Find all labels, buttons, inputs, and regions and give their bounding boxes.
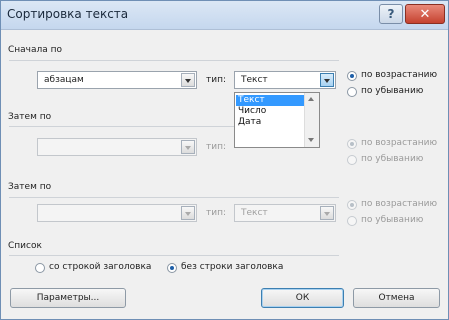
scroll-up-icon[interactable]: [308, 97, 314, 101]
sort-desc-label-1[interactable]: по убыванию: [361, 86, 423, 96]
sort-asc-radio-3[interactable]: [347, 200, 357, 210]
window-title: Сортировка текста: [7, 7, 129, 21]
cancel-button[interactable]: Отмена: [353, 288, 440, 308]
title-bar: Сортировка текста ? ✕: [1, 1, 448, 30]
dropdown-option-text[interactable]: Текст: [236, 95, 306, 106]
scroll-down-icon[interactable]: [308, 138, 314, 142]
sort-by-type-value: Текст: [241, 75, 268, 85]
close-icon: ✕: [419, 6, 431, 22]
type-label: тип:: [206, 75, 227, 85]
sort-desc-label-2[interactable]: по убыванию: [361, 154, 423, 164]
divider: [9, 126, 234, 127]
ok-button-label: ОК: [295, 293, 310, 303]
list-label: Список: [8, 241, 42, 251]
without-header-radio[interactable]: [167, 263, 177, 273]
chevron-down-icon[interactable]: [181, 140, 195, 154]
divider: [9, 60, 339, 61]
sort-text-dialog: Сортировка текста ? ✕ Сначала по абзацам…: [0, 0, 449, 320]
sort-by-type-select[interactable]: Текст: [234, 71, 336, 89]
then-by-field-select-1[interactable]: [37, 138, 197, 156]
dropdown-scrollbar[interactable]: [304, 93, 319, 147]
sort-desc-radio-2[interactable]: [347, 155, 357, 165]
then-by-type-value-2: Текст: [241, 208, 268, 218]
divider: [9, 255, 339, 256]
sort-by-field-select[interactable]: абзацам: [37, 71, 197, 89]
sort-asc-label-2[interactable]: по возрастанию: [361, 138, 437, 148]
close-button[interactable]: ✕: [405, 4, 445, 24]
type-dropdown-list[interactable]: Текст Число Дата: [234, 92, 320, 148]
help-icon: ?: [387, 7, 395, 21]
chevron-down-icon[interactable]: [181, 206, 195, 220]
sort-desc-radio-3[interactable]: [347, 216, 357, 226]
parameters-button[interactable]: Параметры...: [10, 288, 126, 308]
divider: [9, 197, 339, 198]
then-by-field-select-2[interactable]: [37, 204, 197, 222]
sort-desc-radio-1[interactable]: [347, 87, 357, 97]
chevron-down-icon[interactable]: [320, 73, 334, 87]
with-header-radio[interactable]: [35, 263, 45, 273]
then-by-label-1: Затем по: [8, 112, 52, 122]
sort-asc-radio-2[interactable]: [347, 139, 357, 149]
sort-desc-label-3[interactable]: по убыванию: [361, 215, 423, 225]
chevron-down-icon[interactable]: [181, 73, 195, 87]
dropdown-option-number[interactable]: Число: [236, 106, 306, 117]
sort-asc-label-3[interactable]: по возрастанию: [361, 199, 437, 209]
then-by-type-select-2[interactable]: Текст: [234, 204, 336, 222]
chevron-down-icon[interactable]: [320, 206, 334, 220]
parameters-button-label: Параметры...: [36, 293, 100, 303]
with-header-label[interactable]: со строкой заголовка: [49, 262, 151, 272]
sort-asc-label-1[interactable]: по возрастанию: [361, 70, 437, 80]
sort-by-label: Сначала по: [8, 45, 63, 55]
sort-asc-radio-1[interactable]: [347, 71, 357, 81]
type-label-3: тип:: [206, 208, 227, 218]
then-by-label-2: Затем по: [8, 182, 52, 192]
dropdown-option-date[interactable]: Дата: [236, 117, 306, 128]
help-button[interactable]: ?: [379, 4, 403, 24]
ok-button[interactable]: ОК: [261, 288, 344, 308]
type-label-2: тип:: [206, 142, 227, 152]
without-header-label[interactable]: без строки заголовка: [181, 262, 283, 272]
sort-by-field-value: абзацам: [44, 75, 84, 85]
cancel-button-label: Отмена: [378, 293, 415, 303]
